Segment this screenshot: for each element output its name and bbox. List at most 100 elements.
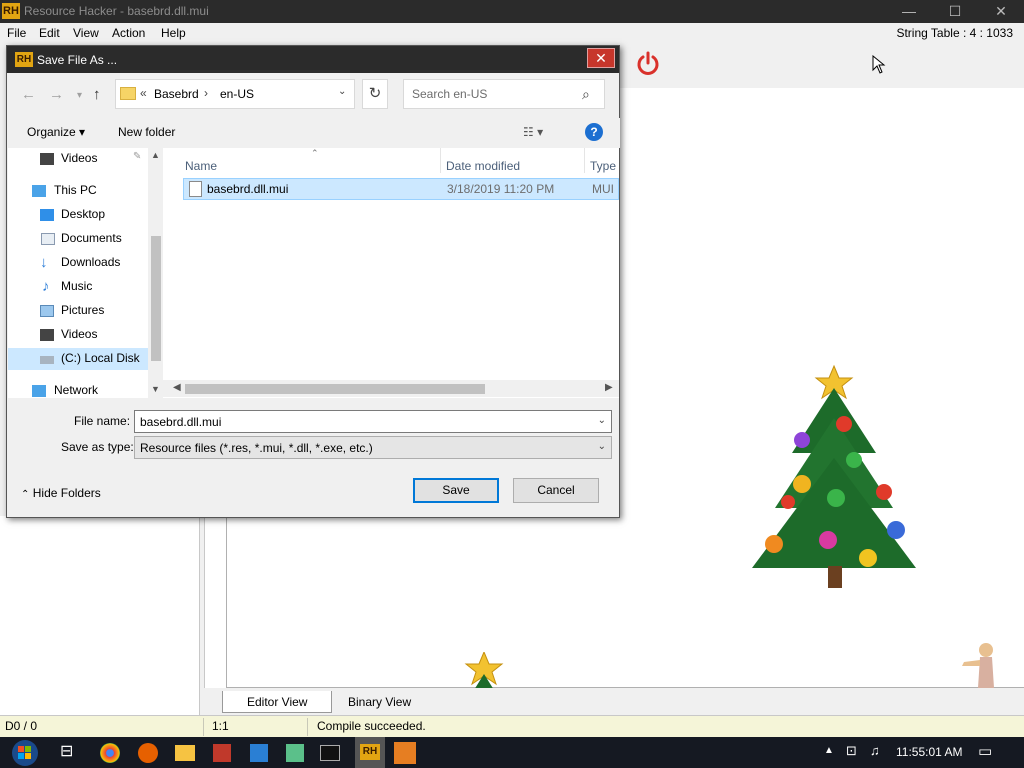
christmas-tree-icon [752, 364, 916, 588]
start-button-icon[interactable] [6, 738, 44, 768]
app-red-icon[interactable] [213, 744, 231, 762]
volume-icon[interactable]: ♫ [870, 743, 880, 758]
file-name: basebrd.dll.mui [207, 182, 289, 196]
maximize-button[interactable]: ☐ [932, 0, 978, 23]
search-input[interactable]: Search en-US ⌕ [403, 79, 605, 109]
navigation-pane: Videos ✎ This PC Desktop Documents ↓ Dow… [8, 148, 163, 398]
chevron-up-icon: ⌃ [21, 489, 30, 500]
address-dropdown-icon[interactable]: ⌄ [338, 86, 346, 97]
column-type[interactable]: Type [590, 159, 616, 173]
downloads-icon: ↓ [40, 254, 48, 271]
save-button[interactable]: Save [413, 478, 499, 503]
videos-icon [40, 329, 54, 341]
address-bar[interactable]: « Basebrd › en-US ⌄ [115, 79, 355, 109]
chrome-icon[interactable] [100, 743, 120, 763]
app-blue-icon[interactable] [250, 744, 268, 762]
breadcrumb-basebrd[interactable]: Basebrd [154, 87, 199, 101]
search-tool-icon[interactable] [394, 742, 416, 764]
search-placeholder: Search en-US [412, 87, 488, 101]
recent-chevron-icon[interactable]: ▾ [77, 90, 82, 101]
dialog-app-icon: RH [15, 52, 33, 67]
network-tray-icon[interactable]: ⊡ [846, 743, 857, 759]
nav-item-network[interactable]: Network [8, 380, 148, 402]
menu-file[interactable]: File [7, 26, 26, 40]
menu-action[interactable]: Action [112, 26, 145, 40]
close-button[interactable]: ✕ [978, 0, 1024, 23]
scroll-right-icon[interactable]: ▶ [605, 382, 613, 393]
breadcrumb-en-us[interactable]: en-US [220, 87, 254, 101]
resource-hacker-taskbar-button[interactable]: RH [355, 737, 385, 768]
column-divider[interactable] [584, 148, 585, 173]
status-divider [307, 718, 308, 736]
task-view-icon[interactable]: ⊟ [60, 741, 84, 765]
dialog-close-button[interactable]: ✕ [587, 48, 615, 68]
scroll-down-icon[interactable]: ▼ [151, 384, 160, 394]
address-overflow[interactable]: « [140, 86, 147, 100]
command-bar: Organize ▾ New folder ☷ ▾ [8, 118, 620, 148]
documents-icon [41, 233, 55, 245]
notepad-icon[interactable] [286, 744, 304, 762]
app-titlebar: RH Resource Hacker - basebrd.dll.mui — ☐… [0, 0, 1024, 23]
nav-item-desktop[interactable]: Desktop [8, 204, 148, 226]
nav-item-music[interactable]: ♪ Music [8, 276, 148, 298]
menu-help[interactable]: Help [161, 26, 186, 40]
organize-button[interactable]: Organize ▾ [27, 125, 85, 139]
file-row[interactable]: basebrd.dll.mui 3/18/2019 11:20 PM MUI [183, 178, 619, 200]
save-type-dropdown-icon[interactable]: ⌄ [598, 441, 606, 452]
save-type-select[interactable]: Resource files (*.res, *.mui, *.dll, *.e… [134, 436, 612, 459]
menu-edit[interactable]: Edit [39, 26, 60, 40]
nav-item-downloads[interactable]: ↓ Downloads [8, 252, 148, 274]
file-list-scroll-thumb[interactable] [185, 384, 485, 394]
pc-icon [32, 185, 46, 197]
nav-item-pictures[interactable]: Pictures [8, 300, 148, 322]
folder-icon [120, 87, 136, 100]
notifications-icon[interactable]: ▭ [978, 742, 992, 760]
file-name-dropdown-icon[interactable]: ⌄ [598, 415, 606, 426]
cancel-button[interactable]: Cancel [513, 478, 599, 503]
column-divider[interactable] [440, 148, 441, 173]
forward-arrow-icon[interactable]: → [49, 86, 64, 103]
status-position: 1:1 [212, 719, 229, 733]
column-date-modified[interactable]: Date modified [446, 159, 520, 173]
resource-tree-panel[interactable] [0, 516, 200, 716]
search-icon[interactable]: ⌕ [582, 86, 590, 103]
back-arrow-icon[interactable]: ← [21, 86, 36, 103]
minimize-button[interactable]: — [886, 0, 932, 23]
tab-binary-view[interactable]: Binary View [324, 691, 435, 713]
help-icon[interactable]: ? [585, 123, 603, 141]
videos-icon [40, 153, 54, 165]
nav-item-local-disk[interactable]: (C:) Local Disk [8, 348, 148, 370]
dialog-titlebar[interactable]: RH Save File As ... ✕ [7, 46, 619, 73]
file-name-input[interactable]: basebrd.dll.mui ⌄ [134, 410, 612, 433]
scroll-up-icon[interactable]: ▲ [151, 150, 160, 160]
navigation-scroll-thumb[interactable] [151, 236, 161, 361]
app-icon: RH [2, 3, 20, 19]
refresh-icon[interactable]: ↻ [362, 79, 388, 109]
file-icon [189, 181, 202, 197]
menu-view[interactable]: View [73, 26, 99, 40]
sort-ascending-icon: ⌃ [311, 148, 319, 158]
power-icon[interactable] [634, 50, 662, 78]
column-name[interactable]: Name [185, 159, 217, 173]
dialog-title: Save File As ... [37, 53, 118, 67]
tab-editor-view[interactable]: Editor View [222, 691, 333, 713]
file-explorer-icon[interactable] [175, 745, 195, 761]
menu-bar: File Edit View Action Help [0, 23, 1024, 43]
up-arrow-icon[interactable]: ↑ [93, 86, 101, 103]
breadcrumb-separator[interactable]: › [204, 86, 208, 100]
save-type-label: Save as type: [61, 440, 134, 454]
new-folder-button[interactable]: New folder [118, 125, 175, 139]
nav-item-videos-quick[interactable]: Videos ✎ [8, 148, 148, 170]
file-date: 3/18/2019 11:20 PM [447, 182, 555, 196]
firefox-icon[interactable] [138, 743, 158, 763]
tray-overflow-icon[interactable]: ▲ [824, 745, 834, 756]
pin-icon: ✎ [133, 151, 142, 162]
hide-folders-toggle[interactable]: ⌃ Hide Folders [21, 486, 101, 500]
view-options-icon[interactable]: ☷ ▾ [523, 125, 543, 139]
nav-item-this-pc[interactable]: This PC [8, 180, 148, 202]
scroll-left-icon[interactable]: ◀ [173, 382, 181, 393]
nav-item-videos[interactable]: Videos [8, 324, 148, 346]
clock[interactable]: 11:55:01 AM [896, 745, 963, 759]
nav-item-documents[interactable]: Documents [8, 228, 148, 250]
command-prompt-icon[interactable] [320, 745, 340, 761]
